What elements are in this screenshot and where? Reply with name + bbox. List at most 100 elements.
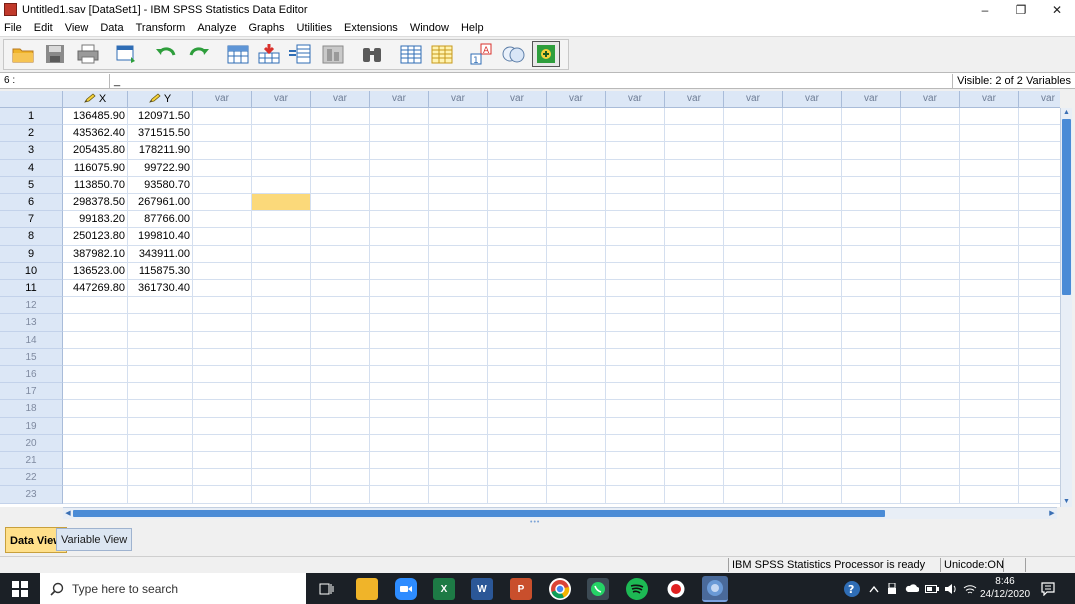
grid-cell[interactable]: [783, 400, 842, 418]
tray-usb-icon[interactable]: [887, 573, 897, 604]
grid-cell[interactable]: [606, 297, 665, 315]
grid-cell[interactable]: [606, 262, 665, 280]
row-header[interactable]: 18: [0, 400, 63, 418]
grid-cell[interactable]: [193, 159, 252, 177]
grid-cell[interactable]: [193, 434, 252, 452]
word-icon[interactable]: W: [471, 578, 493, 600]
grid-cell[interactable]: [724, 159, 783, 177]
grid-cell[interactable]: 99183.20: [63, 211, 128, 229]
grid-cell[interactable]: [488, 331, 547, 349]
grid-cell[interactable]: [783, 486, 842, 504]
grid-cell[interactable]: [488, 142, 547, 160]
grid-cell[interactable]: [370, 366, 429, 384]
grid-cell[interactable]: [488, 262, 547, 280]
grid-cell[interactable]: [488, 211, 547, 229]
grid-cell[interactable]: [128, 452, 193, 470]
grid-cell[interactable]: [547, 366, 606, 384]
grid-cell[interactable]: 120971.50: [128, 108, 193, 126]
grid-cell[interactable]: [252, 417, 311, 435]
grid-cell[interactable]: [488, 245, 547, 263]
grid-cell[interactable]: [783, 245, 842, 263]
grid-cell[interactable]: [606, 280, 665, 298]
grid-cell[interactable]: [665, 452, 724, 470]
grid-cell[interactable]: [370, 262, 429, 280]
grid-cell[interactable]: [252, 228, 311, 246]
grid-cell[interactable]: [783, 452, 842, 470]
column-header-var[interactable]: var: [370, 91, 429, 108]
grid-cell[interactable]: [901, 348, 960, 366]
grid-cell[interactable]: [370, 383, 429, 401]
column-header-var[interactable]: var: [429, 91, 488, 108]
grid-cell[interactable]: [783, 383, 842, 401]
row-header[interactable]: 3: [0, 142, 63, 160]
grid-cell[interactable]: [606, 434, 665, 452]
grid-cell[interactable]: [724, 417, 783, 435]
grid-cell[interactable]: [783, 434, 842, 452]
grid-cell[interactable]: 136485.90: [63, 108, 128, 126]
zoom-app-icon[interactable]: [395, 578, 417, 600]
row-header[interactable]: 2: [0, 125, 63, 143]
grid-cell[interactable]: [960, 383, 1019, 401]
grid-cell[interactable]: [547, 142, 606, 160]
grid-cell[interactable]: [724, 400, 783, 418]
grid-cell[interactable]: [842, 434, 901, 452]
grid-cell[interactable]: [606, 486, 665, 504]
grid-cell[interactable]: [1019, 349, 1060, 366]
grid-cell[interactable]: [63, 400, 128, 418]
split-file-icon[interactable]: A1: [468, 42, 494, 66]
tray-volume-icon[interactable]: [944, 573, 958, 604]
grid-cell[interactable]: 343911.00: [128, 245, 193, 263]
grid-cell[interactable]: [724, 211, 783, 229]
grid-cell[interactable]: [193, 400, 252, 418]
grid-cell[interactable]: [606, 211, 665, 229]
use-variable-sets-icon[interactable]: [532, 41, 560, 67]
grid-cell[interactable]: [311, 297, 370, 315]
grid-cell[interactable]: [252, 486, 311, 504]
grid-cell[interactable]: [63, 331, 128, 349]
tray-chevron-up-icon[interactable]: [869, 573, 879, 604]
grid-cell[interactable]: [842, 417, 901, 435]
grid-cell[interactable]: [665, 400, 724, 418]
grid-cell[interactable]: [193, 176, 252, 194]
powerpoint-icon[interactable]: P: [510, 578, 532, 600]
grid-cell[interactable]: [960, 262, 1019, 280]
grid-cell[interactable]: [63, 314, 128, 332]
grid-cell[interactable]: [724, 486, 783, 504]
grid-cell[interactable]: [547, 297, 606, 315]
tab-variable-view[interactable]: Variable View: [56, 528, 133, 551]
grid-cell[interactable]: [665, 348, 724, 366]
grid-cell[interactable]: [665, 434, 724, 452]
horizontal-scrollbar[interactable]: ◀ ▶: [63, 507, 1057, 519]
grid-cell[interactable]: [193, 383, 252, 401]
minimize-button[interactable]: –: [967, 0, 1003, 19]
grid-cell[interactable]: [547, 228, 606, 246]
grid-cell[interactable]: [606, 400, 665, 418]
grid-cell[interactable]: [1019, 142, 1060, 160]
grid-cell[interactable]: 178211.90: [128, 142, 193, 160]
grid-cell[interactable]: [783, 228, 842, 246]
grid-cell[interactable]: [724, 108, 783, 126]
grid-cell[interactable]: [429, 452, 488, 470]
row-header[interactable]: 1: [0, 108, 63, 126]
insert-variable-icon[interactable]: [429, 42, 455, 66]
grid-cell[interactable]: [842, 108, 901, 126]
grid-cell[interactable]: [960, 228, 1019, 246]
grid-cell[interactable]: [311, 486, 370, 504]
grid-cell[interactable]: [665, 262, 724, 280]
column-header-var[interactable]: var: [547, 91, 606, 108]
grid-cell[interactable]: [665, 297, 724, 315]
grid-cell[interactable]: [547, 417, 606, 435]
grid-cell[interactable]: 199810.40: [128, 228, 193, 246]
grid-cell[interactable]: [547, 486, 606, 504]
grid-cell[interactable]: [901, 125, 960, 143]
grid-cell[interactable]: [1019, 400, 1060, 418]
grid-cell[interactable]: [606, 108, 665, 126]
grid-cell[interactable]: [488, 383, 547, 401]
grid-cell[interactable]: [665, 125, 724, 143]
grid-cell[interactable]: [842, 297, 901, 315]
grid-cell[interactable]: [252, 176, 311, 194]
grid-cell[interactable]: [1019, 314, 1060, 332]
row-header[interactable]: 13: [0, 314, 63, 332]
grid-cell[interactable]: [128, 297, 193, 315]
selected-cell[interactable]: [252, 194, 311, 212]
